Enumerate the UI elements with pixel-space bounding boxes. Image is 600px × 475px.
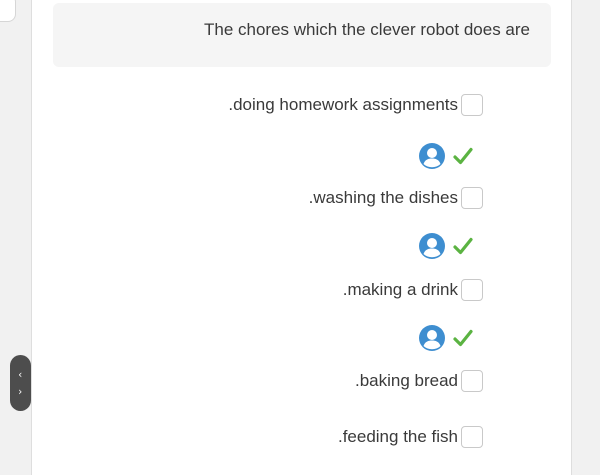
checkmark-icon [453, 329, 473, 347]
checkbox[interactable] [461, 279, 483, 301]
quiz-card: The chores which the clever robot does a… [31, 0, 572, 475]
quiz-viewport: The chores which the clever robot does a… [0, 0, 600, 475]
user-icon [419, 233, 445, 259]
previous-card-edge [0, 0, 16, 22]
answer-feedback [413, 141, 473, 171]
answer-feedback [413, 323, 473, 353]
answer-feedback [413, 231, 473, 261]
option-washing-dishes[interactable]: .washing the dishes [309, 185, 483, 211]
carousel-nav-button[interactable]: ‹ › [10, 355, 31, 411]
checkmark-icon [453, 147, 473, 165]
option-feeding-fish[interactable]: .feeding the fish [338, 424, 483, 450]
question-box: The chores which the clever robot does a… [53, 3, 551, 67]
question-text: The chores which the clever robot does a… [203, 20, 530, 39]
option-baking-bread[interactable]: .baking bread [355, 368, 483, 394]
checkbox[interactable] [461, 370, 483, 392]
checkbox[interactable] [461, 187, 483, 209]
checkbox[interactable] [461, 426, 483, 448]
option-label: .baking bread [354, 371, 458, 390]
chevron-right-icon[interactable]: › [19, 386, 23, 397]
option-making-drink[interactable]: .making a drink [343, 277, 483, 303]
chevron-left-icon[interactable]: ‹ [19, 369, 23, 380]
option-label: .feeding the fish [337, 427, 458, 446]
option-doing-homework[interactable]: .doing homework assignments [228, 92, 483, 118]
checkbox[interactable] [461, 94, 483, 116]
user-icon [419, 325, 445, 351]
checkmark-icon [453, 237, 473, 255]
option-label: .making a drink [342, 280, 458, 299]
option-label: .washing the dishes [308, 188, 458, 207]
option-label: .doing homework assignments [228, 95, 458, 114]
user-icon [419, 143, 445, 169]
